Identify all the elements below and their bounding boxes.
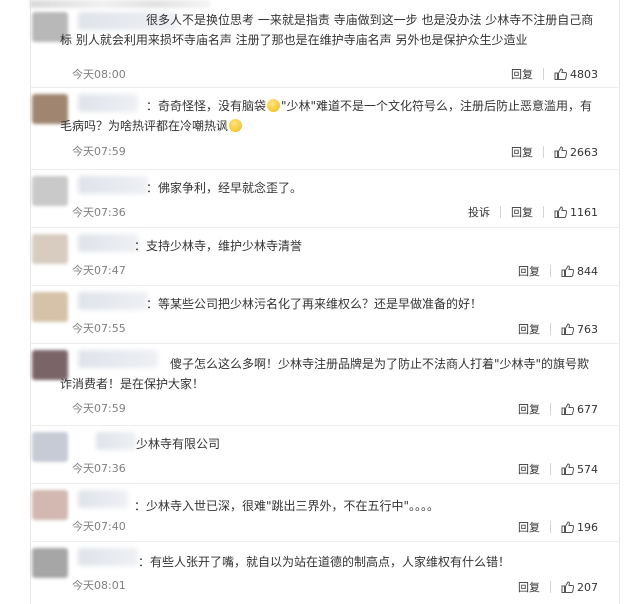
comment-text: ：少林寺入世已深，很难"跳出三界外，不在五行中"。。。。 [134,499,440,513]
avatar[interactable] [32,292,68,322]
thumb-up-icon [554,206,567,218]
thumb-up-icon [561,403,574,415]
thumb-up-icon [561,581,574,593]
comment-actions: 回复 2663 [511,144,598,160]
thumb-up-icon [554,68,567,80]
comment-time: 今天08:00 [72,68,126,81]
reply-button[interactable]: 回复 [518,519,540,535]
comment-item: ：佛家争利，经早就念歪了。 今天07:36 投诉 回复 1161 [30,170,620,228]
like-button[interactable]: 763 [561,323,598,336]
reply-button[interactable]: 回复 [518,263,540,279]
like-button[interactable]: 574 [561,463,598,476]
like-button[interactable]: 2663 [554,146,598,159]
username-blurred[interactable] [78,490,128,508]
comment-text: ：支持少林寺，维护少林寺清誉 [134,239,303,253]
reply-button[interactable]: 回复 [511,204,533,220]
username-blurred[interactable] [78,292,148,310]
avatar[interactable] [32,176,68,206]
like-button[interactable]: 4803 [554,68,598,81]
comment-text: 傻子怎么这么多啊！少林寺注册品牌是为了防止不法商人打着"少林寺"的旗号欺诈消费者… [60,357,590,391]
comment-text: 很多人不是换位思考 一来就是指责 寺庙做到这一步 也是没办法 少林寺不注册自己商… [60,13,594,47]
comment-item: ：等某些公司把少林污名化了再来维权么？还是早做准备的好！ 今天07:55 回复 … [30,286,620,344]
divider [550,463,551,475]
reply-button[interactable]: 回复 [518,401,540,417]
divider [500,206,501,218]
reply-button[interactable]: 回复 [518,461,540,477]
comment-text: ：等某些公司把少林污名化了再来维权么？还是早做准备的好！ [146,297,483,311]
thumb-up-icon [561,463,574,475]
like-button[interactable]: 1161 [554,206,598,219]
username-blurred[interactable] [78,176,148,194]
comment-text: ：有些人张开了嘴，就自以为站在道德的制高点，人家维权有什么错！ [138,555,511,569]
comment-actions: 回复 677 [518,401,598,417]
comment-text: ：佛家争利，经早就念歪了。 [146,181,303,195]
comment-actions: 回复 196 [518,519,598,535]
comment-item: 少林寺有限公司 今天07:36 回复 574 [30,426,620,484]
like-button[interactable]: 196 [561,521,598,534]
like-count: 196 [577,520,598,534]
divider [550,265,551,277]
smile-emoji-icon [229,119,243,132]
comment-time: 今天07:36 [72,462,126,475]
like-button[interactable]: 844 [561,265,598,278]
username-blurred[interactable] [78,234,138,252]
like-button[interactable]: 677 [561,403,598,416]
comment-time: 今天07:36 [72,206,126,219]
divider [550,403,551,415]
avatar[interactable] [32,490,68,520]
like-count: 4803 [570,67,598,81]
divider [543,146,544,158]
comment-item: ：有些人张开了嘴，就自以为站在道德的制高点，人家维权有什么错！ 今天08:01 … [30,542,620,604]
thumb-up-icon [561,323,574,335]
like-count: 844 [577,264,598,278]
comment-item: 傻子怎么这么多啊！少林寺注册品牌是为了防止不法商人打着"少林寺"的旗号欺诈消费者… [30,344,620,426]
comment-item: ：少林寺入世已深，很难"跳出三界外，不在五行中"。。。。 今天07:40 回复 … [30,484,620,542]
avatar[interactable] [32,234,68,264]
avatar[interactable] [32,432,68,462]
like-button[interactable]: 207 [561,581,598,594]
comment-time: 今天07:59 [72,145,126,158]
like-count: 2663 [570,145,598,159]
thumb-up-icon [554,146,567,158]
reply-button[interactable]: 回复 [518,321,540,337]
thumb-up-icon [561,521,574,533]
comment-time: 今天08:01 [72,579,126,592]
comment-time: 今天07:59 [72,402,126,415]
avatar[interactable] [32,548,68,578]
comment-time: 今天07:47 [72,264,126,277]
divider [543,206,544,218]
comment-actions: 投诉 回复 1161 [468,204,598,220]
username-blurred[interactable] [96,432,136,450]
thumb-up-icon [561,265,574,277]
like-count: 677 [577,402,598,416]
reply-button[interactable]: 回复 [518,579,540,595]
like-count: 207 [577,580,598,594]
comment-text: ：奇奇怪怪，没有脑袋 "少林"难道不是一个文化符号么，注册后防止恶意滥用，有毛病吗… [60,99,593,133]
like-count: 1161 [570,205,598,219]
divider [550,323,551,335]
comment-time: 今天07:55 [72,322,126,335]
comment-actions: 回复 844 [518,263,598,279]
comment-time: 今天07:40 [72,520,126,533]
reply-button[interactable]: 回复 [511,66,533,82]
comment-actions: 回复 574 [518,461,598,477]
like-count: 574 [577,462,598,476]
reply-button[interactable]: 回复 [511,144,533,160]
comment-item: 很多人不是换位思考 一来就是指责 寺庙做到这一步 也是没办法 少林寺不注册自己商… [30,6,620,88]
comment-actions: 回复 207 [518,579,598,595]
comment-text: 少林寺有限公司 [136,437,221,451]
divider [550,581,551,593]
like-count: 763 [577,322,598,336]
username-blurred[interactable] [78,548,138,566]
smile-emoji-icon [267,99,281,112]
comment-actions: 回复 4803 [511,66,598,82]
comment-actions: 回复 763 [518,321,598,337]
comment-item: ：奇奇怪怪，没有脑袋 "少林"难道不是一个文化符号么，注册后防止恶意滥用，有毛病吗… [30,88,620,170]
divider [543,68,544,80]
comment-item: ：支持少林寺，维护少林寺清誉 今天07:47 回复 844 [30,228,620,286]
divider [550,521,551,533]
report-button[interactable]: 投诉 [468,204,490,220]
